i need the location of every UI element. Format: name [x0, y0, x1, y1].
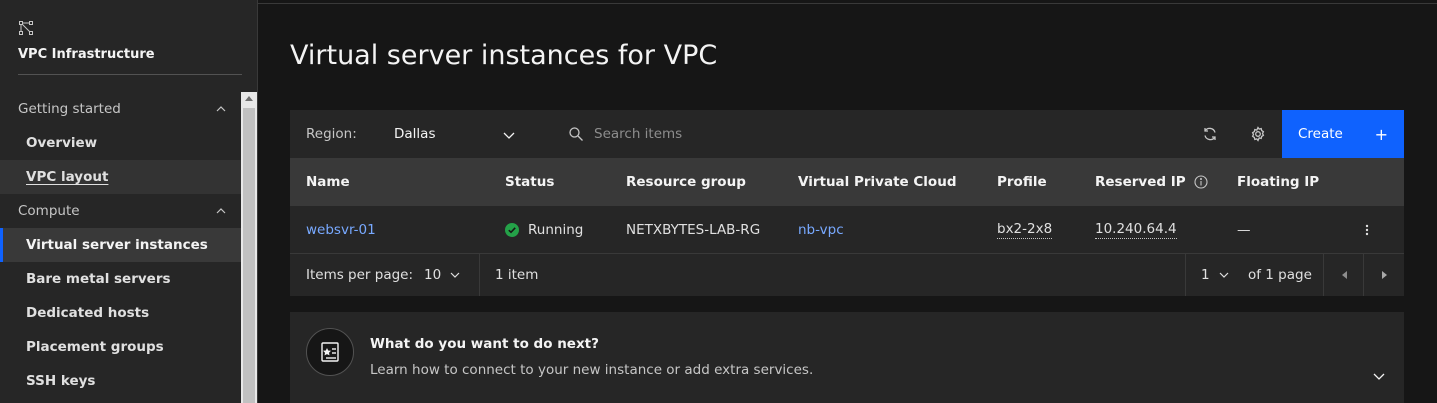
profile-cell[interactable]: bx2-2x8 — [997, 206, 1053, 254]
column-header-name[interactable]: Name — [306, 174, 350, 190]
sidebar-item-label: SSH keys — [26, 373, 96, 389]
status-text: Running — [528, 222, 584, 238]
search-icon — [569, 127, 583, 141]
sidebar-item-vpc-layout[interactable]: VPC layout — [0, 160, 241, 194]
main-content: Virtual server instances for VPC Region:… — [258, 4, 1437, 403]
items-per-page-select[interactable]: 10 — [424, 254, 461, 296]
pagination: Items per page: 10 1 item 1 of 1 page — [290, 254, 1404, 296]
caret-right-icon — [1381, 271, 1387, 279]
instances-table: Region: Dallas Create + Name Status Reso… — [290, 110, 1404, 296]
table-header: Name Status Resource group Virtual Priva… — [290, 158, 1404, 206]
region-label: Region: — [306, 126, 357, 142]
scrollbar-thumb[interactable] — [243, 108, 255, 403]
sidebar-header: VPC Infrastructure — [0, 0, 257, 90]
page-title: Virtual server instances for VPC — [290, 40, 718, 71]
next-steps-description: Learn how to connect to your new instanc… — [370, 362, 814, 378]
next-steps-title: What do you want to do next? — [370, 336, 599, 352]
next-page-button[interactable] — [1364, 254, 1404, 296]
region-select[interactable]: Dallas — [394, 126, 435, 142]
column-header-reserved-ip[interactable]: Reserved IP — [1095, 174, 1208, 190]
vpc-logo-icon — [19, 21, 33, 35]
sidebar-item-label: Dedicated hosts — [26, 305, 150, 321]
sidebar-category-getting-started[interactable]: Getting started — [0, 92, 241, 126]
sidebar-category-label: Compute — [18, 203, 80, 219]
column-header-floating-ip[interactable]: Floating IP — [1237, 174, 1319, 190]
page-count: of 1 page — [1248, 267, 1312, 283]
floating-ip-cell: — — [1237, 222, 1251, 238]
star-document-icon — [321, 342, 339, 362]
column-header-resource-group[interactable]: Resource group — [626, 174, 746, 190]
status-cell: Running — [505, 206, 583, 254]
sidebar-scrollbar[interactable] — [241, 92, 257, 403]
next-steps-card[interactable]: What do you want to do next? Learn how t… — [290, 312, 1404, 403]
add-icon: + — [1374, 124, 1388, 144]
sidebar-item-dedicated-hosts[interactable]: Dedicated hosts — [0, 296, 241, 330]
caret-left-icon — [1341, 271, 1347, 279]
chevron-down-icon[interactable] — [1372, 369, 1386, 383]
chevron-down-icon[interactable] — [502, 128, 516, 142]
instance-name-link[interactable]: websvr-01 — [306, 206, 376, 254]
create-button[interactable]: Create + — [1282, 110, 1404, 158]
table-row: websvr-01 Running NETXBYTES-LAB-RG nb-vp… — [290, 206, 1404, 254]
table-toolbar: Region: Dallas Create + — [290, 110, 1404, 158]
page-select[interactable]: 1 — [1201, 254, 1230, 296]
settings-button[interactable] — [1234, 110, 1282, 158]
chevron-up-icon — [216, 208, 226, 214]
refresh-icon — [1204, 127, 1216, 141]
sidebar-item-label: Bare metal servers — [26, 271, 171, 287]
sidebar: VPC Infrastructure Getting started Overv… — [0, 0, 258, 403]
sidebar-divider — [18, 74, 242, 75]
column-header-profile[interactable]: Profile — [997, 174, 1047, 190]
overflow-menu-icon[interactable] — [1360, 223, 1374, 237]
column-header-status[interactable]: Status — [505, 174, 554, 190]
reserved-ip-cell[interactable]: 10.240.64.4 — [1095, 206, 1177, 254]
chevron-down-icon — [1219, 272, 1229, 278]
item-count: 1 item — [495, 267, 539, 283]
sidebar-item-label: Virtual server instances — [26, 237, 208, 253]
info-icon[interactable] — [1194, 175, 1208, 189]
sidebar-item-virtual-server-instances[interactable]: Virtual server instances — [0, 228, 241, 262]
previous-page-button[interactable] — [1324, 254, 1364, 296]
sidebar-nav: Getting started Overview VPC layout Comp… — [0, 92, 241, 398]
column-header-vpc[interactable]: Virtual Private Cloud — [798, 174, 956, 190]
vpc-link[interactable]: nb-vpc — [798, 206, 844, 254]
sidebar-category-label: Getting started — [18, 101, 121, 117]
search-input[interactable] — [594, 122, 1154, 146]
chevron-up-icon — [216, 106, 226, 112]
create-button-label: Create — [1298, 126, 1343, 142]
checkmark-circle-icon — [505, 223, 519, 237]
sidebar-item-ssh-keys[interactable]: SSH keys — [0, 364, 241, 398]
pagination-divider — [479, 254, 480, 296]
scroll-up-arrow-icon[interactable] — [245, 96, 253, 101]
sidebar-title: VPC Infrastructure — [18, 47, 155, 62]
sidebar-item-label: Overview — [26, 135, 98, 151]
gear-icon — [1251, 126, 1265, 142]
refresh-button[interactable] — [1186, 110, 1234, 158]
pagination-divider — [1185, 254, 1186, 296]
resource-group-cell: NETXBYTES-LAB-RG — [626, 222, 761, 238]
chevron-down-icon — [450, 272, 460, 278]
sidebar-item-label: VPC layout — [26, 169, 109, 185]
sidebar-item-overview[interactable]: Overview — [0, 126, 241, 160]
sidebar-item-placement-groups[interactable]: Placement groups — [0, 330, 241, 364]
sidebar-item-bare-metal-servers[interactable]: Bare metal servers — [0, 262, 241, 296]
sidebar-item-label: Placement groups — [26, 339, 164, 355]
sidebar-category-compute[interactable]: Compute — [0, 194, 241, 228]
next-steps-icon-badge — [306, 328, 354, 376]
items-per-page-label: Items per page: — [306, 267, 414, 283]
